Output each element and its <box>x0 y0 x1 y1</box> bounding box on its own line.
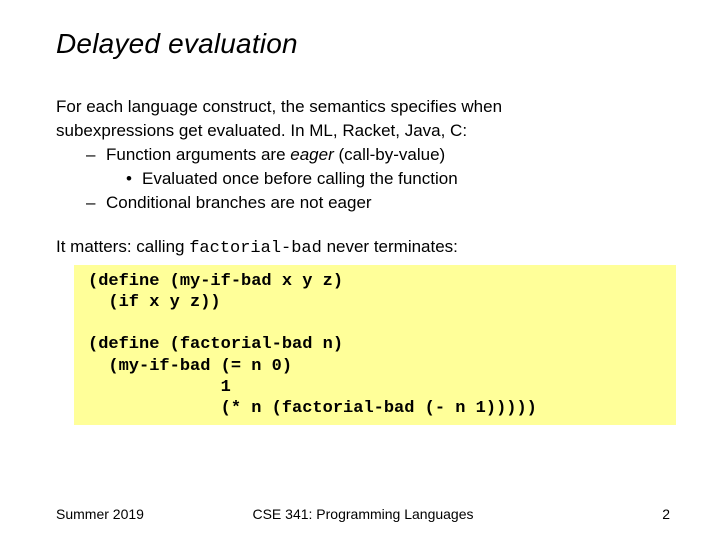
bullet-level2: Evaluated once before calling the functi… <box>126 168 670 190</box>
text: It matters: calling <box>56 237 189 256</box>
footer-center: CSE 341: Programming Languages <box>56 506 670 522</box>
bullet-level1: Conditional branches are not eager <box>92 192 670 214</box>
slide: Delayed evaluation For each language con… <box>0 0 720 540</box>
paragraph-line: For each language construct, the semanti… <box>56 96 670 118</box>
slide-body: For each language construct, the semanti… <box>56 96 670 425</box>
bullet-emph: eager <box>290 145 333 164</box>
text: never terminates: <box>322 237 458 256</box>
bullet-text: Function arguments are <box>106 145 290 164</box>
paragraph-matters: It matters: calling factorial-bad never … <box>56 236 670 260</box>
bullet-text: (call-by-value) <box>334 145 445 164</box>
code-block: (define (my-if-bad x y z) (if x y z)) (d… <box>74 265 676 426</box>
inline-code: factorial-bad <box>189 239 322 258</box>
slide-footer: Summer 2019 CSE 341: Programming Languag… <box>56 506 670 522</box>
slide-title: Delayed evaluation <box>56 28 670 60</box>
paragraph-line: subexpressions get evaluated. In ML, Rac… <box>56 120 670 142</box>
bullet-level1: Function arguments are eager (call-by-va… <box>92 144 670 166</box>
